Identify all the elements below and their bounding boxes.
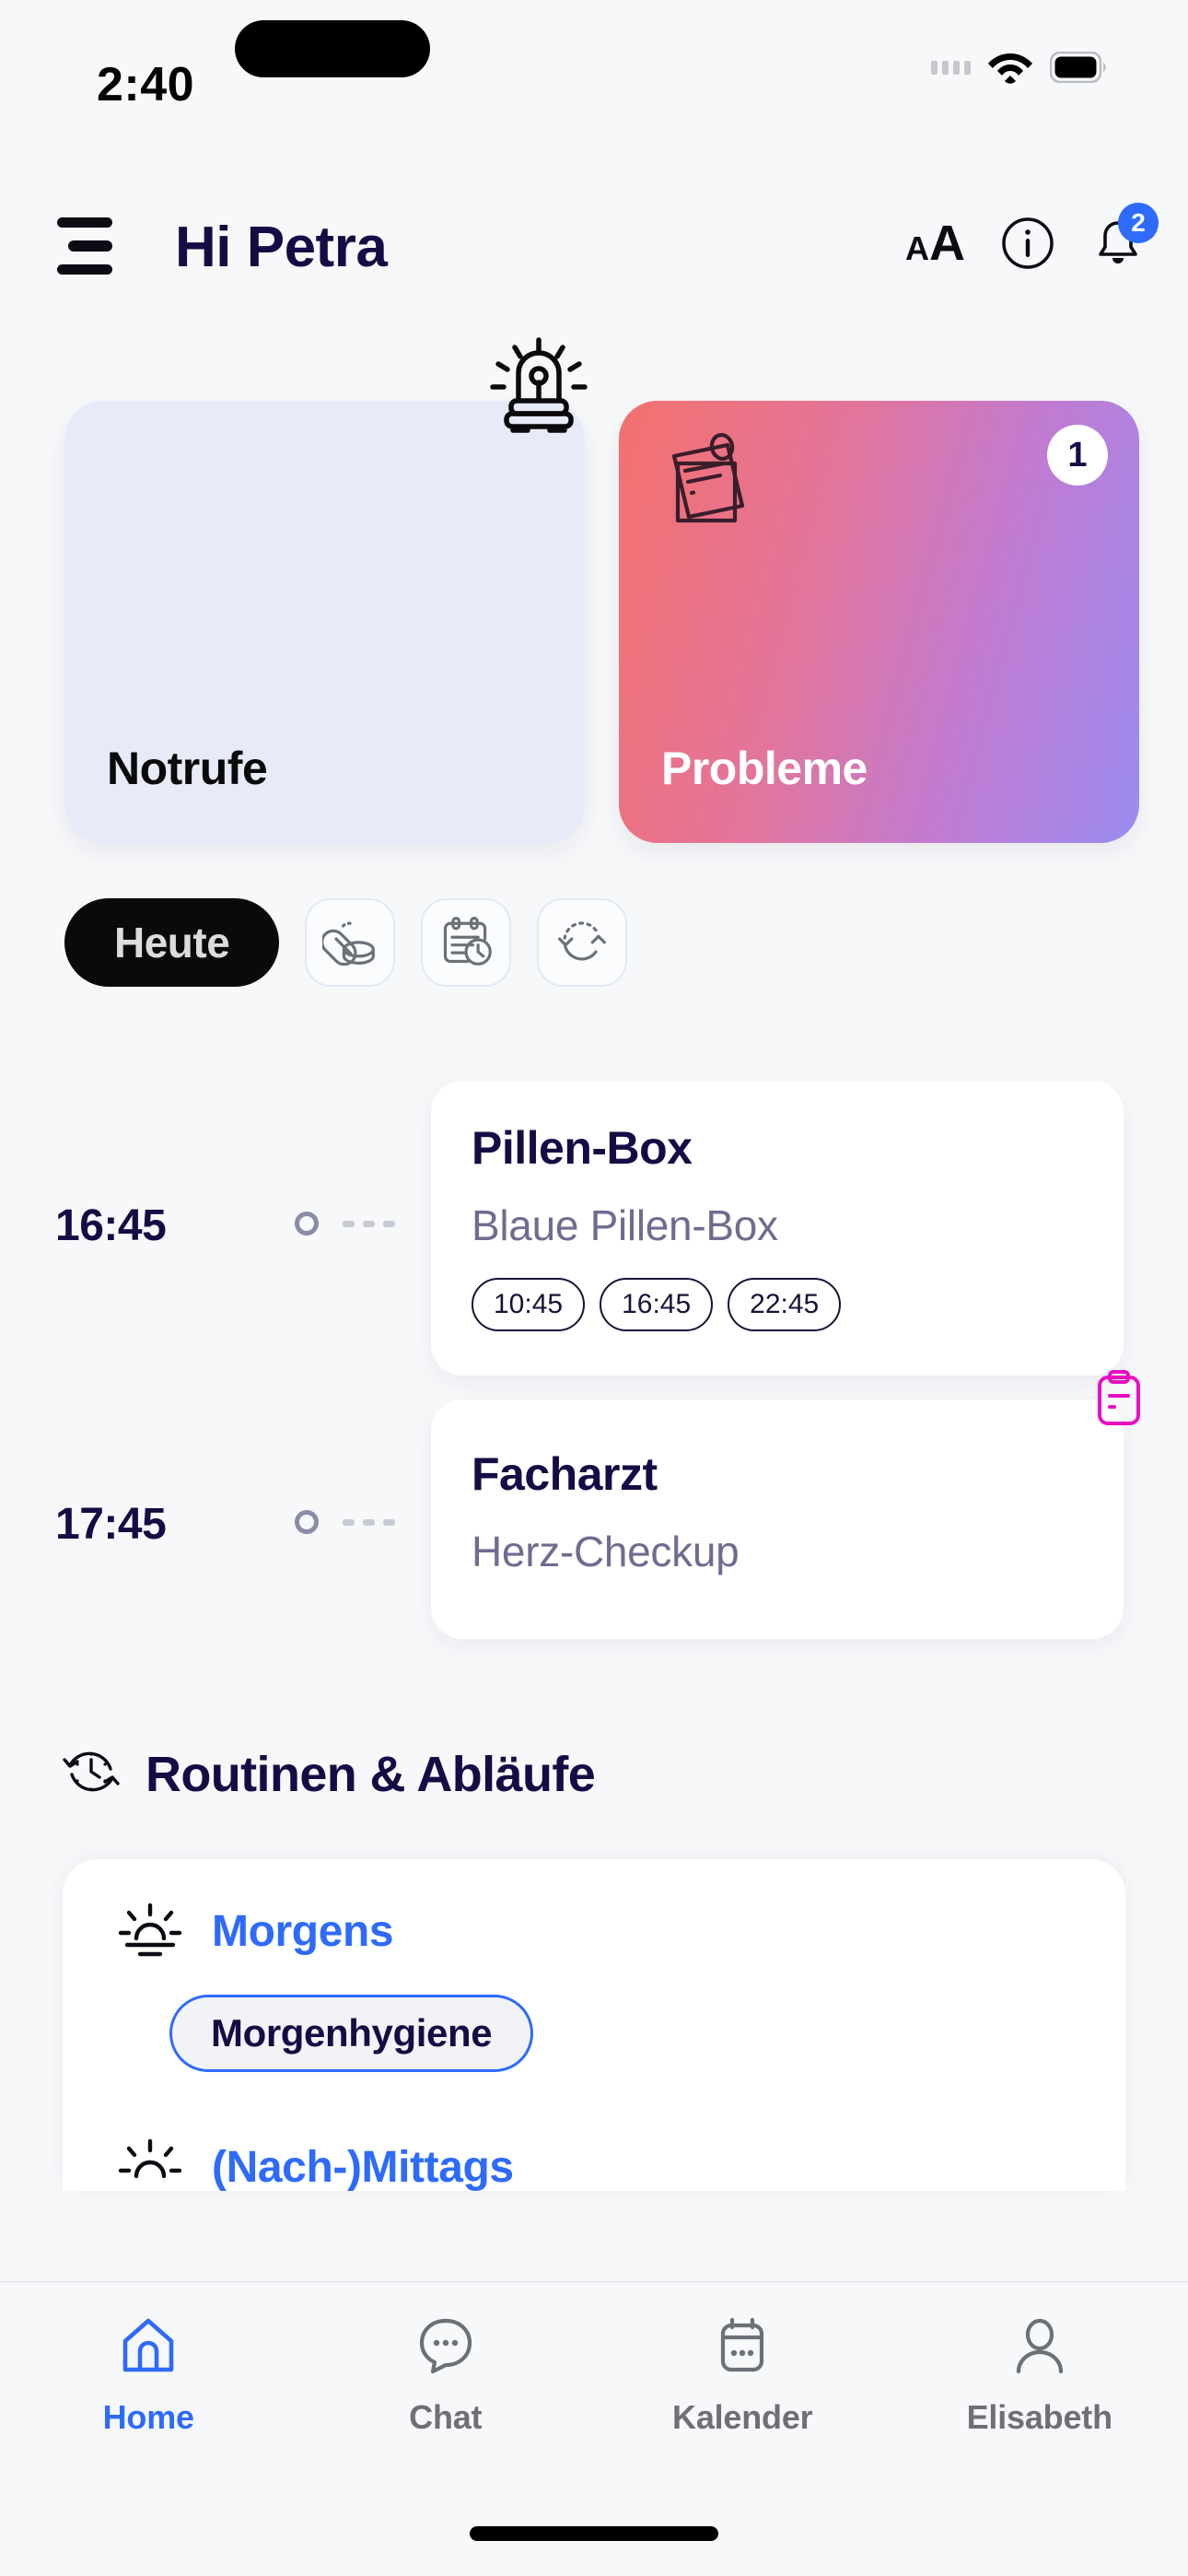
info-circle-icon[interactable]: [1000, 216, 1055, 271]
home-icon: [115, 2313, 181, 2383]
timeline-row: 16:45 Pillen-Box Blaue Pillen-Box 10:45 …: [0, 1046, 1188, 1377]
timeline-card-pillenbox[interactable]: Pillen-Box Blaue Pillen-Box 10:45 16:45 …: [431, 1081, 1124, 1376]
hamburger-menu-icon[interactable]: [57, 217, 125, 275]
routines-section-header: Routinen & Abläufe: [61, 1741, 596, 1807]
routine-block-morgens: Morgens Morgenhygiene: [116, 1900, 534, 2072]
calendar-icon: [709, 2313, 775, 2383]
nav-label-chat: Chat: [409, 2398, 483, 2436]
time-pill[interactable]: 16:45: [600, 1278, 714, 1331]
timeline-connector: [343, 1221, 395, 1227]
problems-label: Probleme: [661, 743, 868, 794]
timeline-time: 16:45: [55, 1201, 167, 1250]
bell-icon[interactable]: 2: [1090, 203, 1159, 271]
app-screen: 2:40 Hi Petra A A 2 Notrufe 1 Probleme H…: [0, 0, 1188, 2576]
dynamic-island: [235, 20, 430, 77]
hero-cards-row: Notrufe 1 Probleme: [0, 337, 1188, 843]
text-size-large-a: A: [929, 216, 965, 271]
timeline-time: 17:45: [55, 1500, 167, 1549]
status-bar: 2:40: [0, 0, 1188, 138]
pinned-note-icon: [658, 428, 761, 532]
time-pill[interactable]: 22:45: [728, 1278, 842, 1331]
nav-label-profile: Elisabeth: [966, 2398, 1112, 2436]
timeline-dot: [295, 1510, 319, 1534]
nav-item-profile[interactable]: Elisabeth: [891, 2313, 1188, 2437]
timeline-card-subtitle: Blaue Pillen-Box: [472, 1201, 778, 1249]
battery-icon: [1050, 52, 1107, 83]
filter-chips-row: Heute: [64, 898, 628, 987]
pills-medication-icon: [320, 913, 378, 973]
signal-dots-icon: [931, 60, 971, 75]
routine-chip-morgenhygiene[interactable]: Morgenhygiene: [169, 1995, 534, 2072]
filter-chip-medication[interactable]: [305, 898, 396, 987]
timeline-card-title: Facharzt: [472, 1448, 658, 1500]
sunrise-icon: [116, 1900, 184, 1963]
app-header: Hi Petra A A 2: [0, 193, 1188, 304]
home-indicator: [470, 2526, 718, 2541]
filter-chip-appointments[interactable]: [421, 898, 512, 987]
nav-item-chat[interactable]: Chat: [297, 2313, 595, 2437]
text-size-small-a: A: [905, 229, 929, 267]
routine-block-mittags: (Nach-)Mittags: [116, 2136, 514, 2191]
bottom-navigation: Home Chat Kalender Elisabeth: [0, 2281, 1188, 2576]
clock-history-icon: [61, 1741, 122, 1807]
status-time: 2:40: [97, 58, 195, 111]
clipboard-icon: [1094, 1370, 1144, 1427]
nav-item-home[interactable]: Home: [0, 2313, 297, 2437]
status-indicators: [931, 50, 1107, 85]
page-title: Hi Petra: [175, 216, 388, 279]
timeline-card-facharzt[interactable]: Facharzt Herz-Checkup: [431, 1370, 1140, 1639]
timeline-card-title: Pillen-Box: [472, 1122, 693, 1174]
nav-item-kalender[interactable]: Kalender: [594, 2313, 891, 2437]
sun-icon: [116, 2136, 184, 2191]
user-profile-icon: [1007, 2313, 1073, 2383]
emergency-calls-label: Notrufe: [107, 743, 268, 794]
emergency-calls-card[interactable]: Notrufe: [64, 401, 585, 843]
timeline-row: 17:45 Facharzt Herz-Checkup: [0, 1370, 1188, 1654]
routine-header[interactable]: Morgens: [116, 1900, 533, 1963]
timeline-connector: [343, 1519, 395, 1526]
routines-card: Morgens Morgenhygiene (Nach-)Mittags: [63, 1859, 1125, 2191]
timeline-dot: [295, 1212, 319, 1235]
text-size-icon[interactable]: A A: [905, 218, 965, 268]
nav-label-home: Home: [102, 2398, 194, 2436]
emergency-siren-icon: [478, 327, 600, 449]
calendar-clock-icon: [438, 913, 494, 973]
nav-label-kalender: Kalender: [672, 2398, 813, 2436]
timeline-time-pills: 10:45 16:45 22:45: [472, 1278, 1083, 1331]
problems-card[interactable]: 1 Probleme: [619, 401, 1139, 843]
refresh-recurring-icon: [554, 913, 610, 973]
problems-count-badge: 1: [1047, 425, 1108, 486]
header-actions: A A 2: [905, 203, 1159, 271]
bottom-nav-items: Home Chat Kalender Elisabeth: [0, 2313, 1188, 2437]
routines-section-title: Routinen & Abläufe: [146, 1746, 596, 1802]
timeline-list: 16:45 Pillen-Box Blaue Pillen-Box 10:45 …: [0, 1046, 1188, 1654]
routine-header[interactable]: (Nach-)Mittags: [116, 2136, 514, 2191]
time-pill[interactable]: 10:45: [472, 1278, 586, 1331]
wifi-icon: [987, 50, 1033, 85]
routine-name: Morgens: [212, 1907, 394, 1956]
filter-chip-recurring[interactable]: [537, 898, 628, 987]
notification-badge: 2: [1118, 203, 1159, 243]
routine-name: (Nach-)Mittags: [212, 2143, 514, 2191]
filter-chip-heute[interactable]: Heute: [64, 898, 280, 987]
chat-bubble-icon: [413, 2313, 479, 2383]
timeline-card-subtitle: Herz-Checkup: [472, 1528, 740, 1575]
